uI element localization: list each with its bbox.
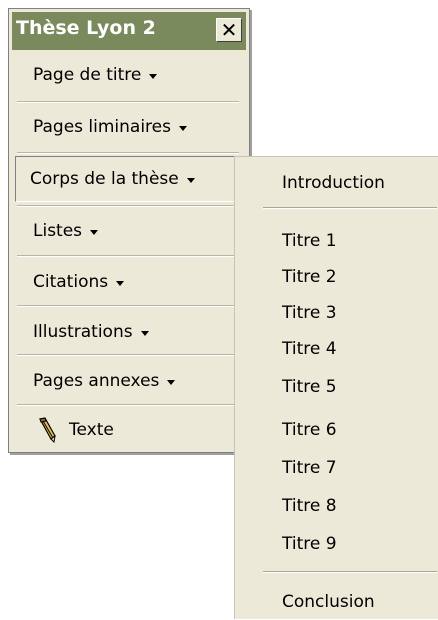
submenu-item-titre-8[interactable]: Titre 8: [235, 488, 438, 524]
submenu-label: Conclusion: [282, 592, 375, 612]
separator: [263, 207, 437, 209]
submenu-label: Titre 9: [282, 534, 337, 554]
close-icon: ✕: [220, 18, 238, 42]
submenu-item-titre-4[interactable]: Titre 4: [235, 331, 438, 367]
menu-label: Pages annexes: [33, 371, 160, 391]
submenu-item-titre-7[interactable]: Titre 7: [235, 450, 438, 486]
submenu-item-titre-3[interactable]: Titre 3: [235, 295, 438, 331]
submenu-label: Titre 8: [282, 496, 337, 516]
submenu-label: Titre 7: [282, 458, 337, 478]
pencil-icon: [39, 417, 56, 443]
submenu-label: Titre 5: [282, 377, 337, 397]
separator: [17, 205, 239, 207]
separator: [17, 255, 239, 257]
separator: [17, 152, 239, 154]
menu-label: Texte: [69, 420, 114, 440]
submenu-label: Introduction: [282, 173, 385, 193]
these-lyon2-toolbar: Thèse Lyon 2 ✕ Page de titre Pages limin…: [8, 8, 250, 453]
dropdown-arrow-icon: [167, 379, 176, 385]
menu-label: Corps de la thèse: [30, 169, 179, 189]
separator: [263, 571, 437, 573]
separator: [17, 404, 239, 406]
menu-label: Pages liminaires: [33, 117, 171, 137]
submenu-item-titre-1[interactable]: Titre 1: [235, 223, 438, 259]
submenu-label: Titre 4: [282, 339, 337, 359]
submenu-item-titre-2[interactable]: Titre 2: [235, 259, 438, 295]
separator: [17, 354, 239, 356]
toolbar-titlebar[interactable]: Thèse Lyon 2 ✕: [12, 12, 246, 50]
corps-de-la-these-submenu: Introduction Titre 1 Titre 2 Titre 3 Tit…: [234, 156, 438, 619]
dropdown-arrow-icon: [149, 73, 158, 79]
submenu-item-titre-6[interactable]: Titre 6: [235, 412, 438, 448]
dropdown-arrow-icon: [140, 330, 149, 336]
submenu-item-introduction[interactable]: Introduction: [235, 165, 438, 201]
menu-page-de-titre[interactable]: Page de titre: [15, 52, 241, 98]
menu-label: Citations: [33, 272, 109, 292]
close-button[interactable]: ✕: [216, 18, 242, 42]
submenu-label: Titre 3: [282, 303, 337, 323]
submenu-item-conclusion[interactable]: Conclusion: [235, 584, 438, 620]
menu-pages-liminaires[interactable]: Pages liminaires: [15, 104, 241, 150]
submenu-label: Titre 1: [282, 231, 337, 251]
dropdown-arrow-icon: [116, 280, 125, 286]
menu-citations[interactable]: Citations: [15, 259, 241, 305]
menu-listes[interactable]: Listes: [15, 208, 241, 254]
submenu-item-titre-5[interactable]: Titre 5: [235, 369, 438, 405]
menu-label: Illustrations: [33, 322, 133, 342]
menu-label: Page de titre: [33, 65, 142, 85]
dropdown-arrow-icon: [179, 125, 187, 131]
toolbar-title: Thèse Lyon 2: [16, 17, 156, 39]
separator: [17, 305, 239, 307]
separator: [17, 101, 239, 103]
menu-pages-annexes[interactable]: Pages annexes: [15, 358, 241, 404]
submenu-label: Titre 2: [282, 267, 337, 287]
dropdown-arrow-icon: [186, 177, 195, 183]
dropdown-arrow-icon: [90, 229, 99, 235]
submenu-item-titre-9[interactable]: Titre 9: [235, 526, 438, 562]
menu-corps-de-la-these[interactable]: Corps de la thèse: [15, 156, 235, 202]
menu-illustrations[interactable]: Illustrations: [15, 309, 241, 355]
submenu-label: Titre 6: [282, 420, 337, 440]
menu-label: Listes: [33, 221, 83, 241]
menu-texte[interactable]: Texte: [15, 407, 241, 453]
